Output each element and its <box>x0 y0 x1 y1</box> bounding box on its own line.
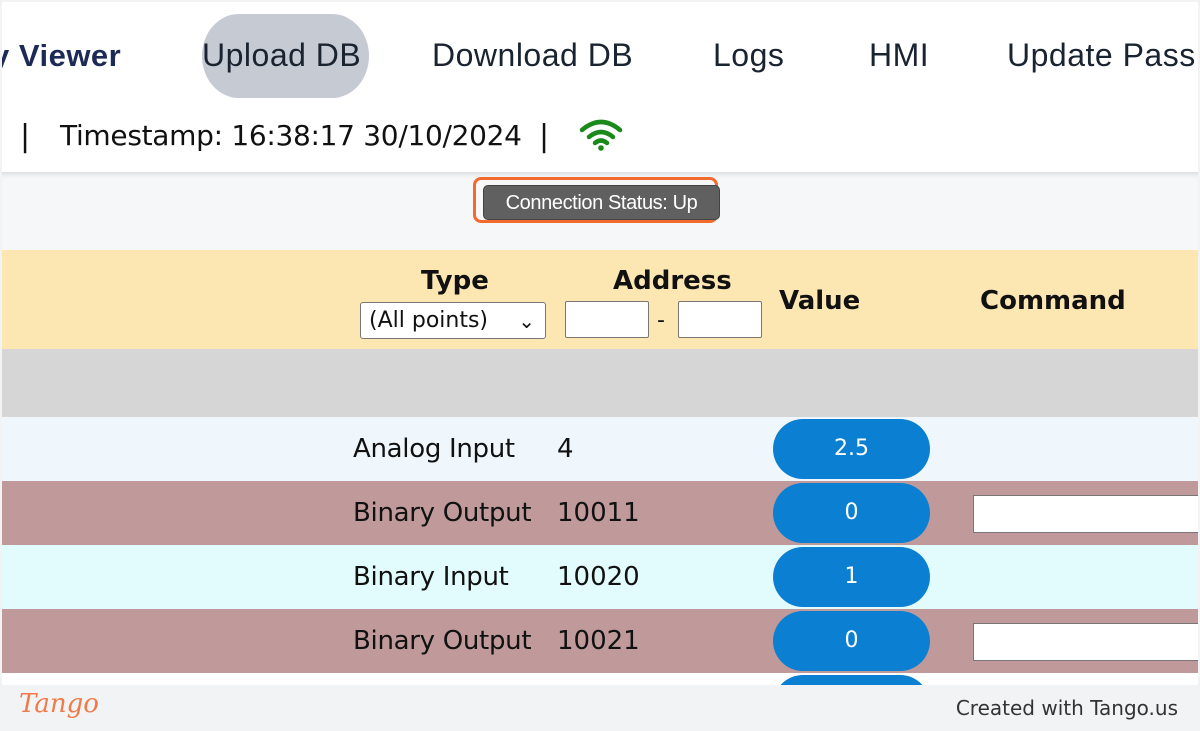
cell-type: Binary Output <box>353 498 532 528</box>
column-header-address: Address <box>613 266 732 296</box>
created-with-text: Created with Tango.us <box>955 696 1178 720</box>
cell-address: 10021 <box>557 626 640 656</box>
separator: | <box>539 119 550 154</box>
address-to-input[interactable] <box>678 301 762 338</box>
timestamp: Timestamp: 16:38:17 30/10/2024 <box>60 119 522 152</box>
nav-logs[interactable]: Logs <box>713 37 784 74</box>
app-brand: y Viewer <box>2 38 122 73</box>
value-pill[interactable]: 2.5 <box>773 419 930 479</box>
value-pill[interactable] <box>773 675 930 685</box>
type-filter-value: (All points) <box>369 308 489 333</box>
cell-address: 4 <box>557 434 574 464</box>
cell-type: Binary Input <box>353 562 509 592</box>
value-pill[interactable]: 0 <box>773 483 930 543</box>
cell-type: Analog Input <box>353 434 515 464</box>
address-from-input[interactable] <box>565 301 649 338</box>
cell-type: Binary Output <box>353 626 532 656</box>
table-row: Analog Input 4 2.5 <box>2 417 1198 481</box>
table-spacer-band <box>2 349 1198 417</box>
table-row: Binary Output 10011 0 <box>2 481 1198 545</box>
table-header: Type (All points) ⌄ Address - Value Comm… <box>2 250 1198 349</box>
wifi-icon <box>579 119 623 151</box>
cell-address: 10020 <box>557 562 640 592</box>
status-line: | Timestamp: 16:38:17 30/10/2024 | <box>2 102 1198 172</box>
nav-download-db[interactable]: Download DB <box>432 37 633 74</box>
footer: Tango Created with Tango.us <box>0 685 1200 731</box>
tango-logo: Tango <box>19 689 99 719</box>
column-header-command: Command <box>980 286 1126 316</box>
address-range-dash: - <box>657 308 665 333</box>
command-input[interactable] <box>973 495 1198 533</box>
table-row: Binary Output 10021 0 <box>2 609 1198 673</box>
value-pill[interactable]: 1 <box>773 547 930 607</box>
nav-hmi[interactable]: HMI <box>869 37 929 74</box>
column-header-value: Value <box>779 286 861 316</box>
nav-update-password[interactable]: Update Pass <box>1007 37 1196 74</box>
column-header-type: Type <box>421 266 489 296</box>
type-filter-select[interactable]: (All points) ⌄ <box>360 302 546 339</box>
chevron-down-icon: ⌄ <box>518 309 535 333</box>
command-input[interactable] <box>973 623 1198 661</box>
value-pill[interactable]: 0 <box>773 611 930 671</box>
connection-band: Connection Status: Up <box>2 172 1198 250</box>
connection-status-badge[interactable]: Connection Status: Up <box>483 185 720 220</box>
separator: | <box>20 119 31 154</box>
app-frame: y Viewer Upload DB Download DB Logs HMI … <box>2 2 1198 685</box>
table-row: Binary Input 10020 1 <box>2 545 1198 609</box>
top-nav: y Viewer Upload DB Download DB Logs HMI … <box>2 2 1198 102</box>
cell-address: 10011 <box>557 498 640 528</box>
nav-upload-db[interactable]: Upload DB <box>202 37 361 74</box>
